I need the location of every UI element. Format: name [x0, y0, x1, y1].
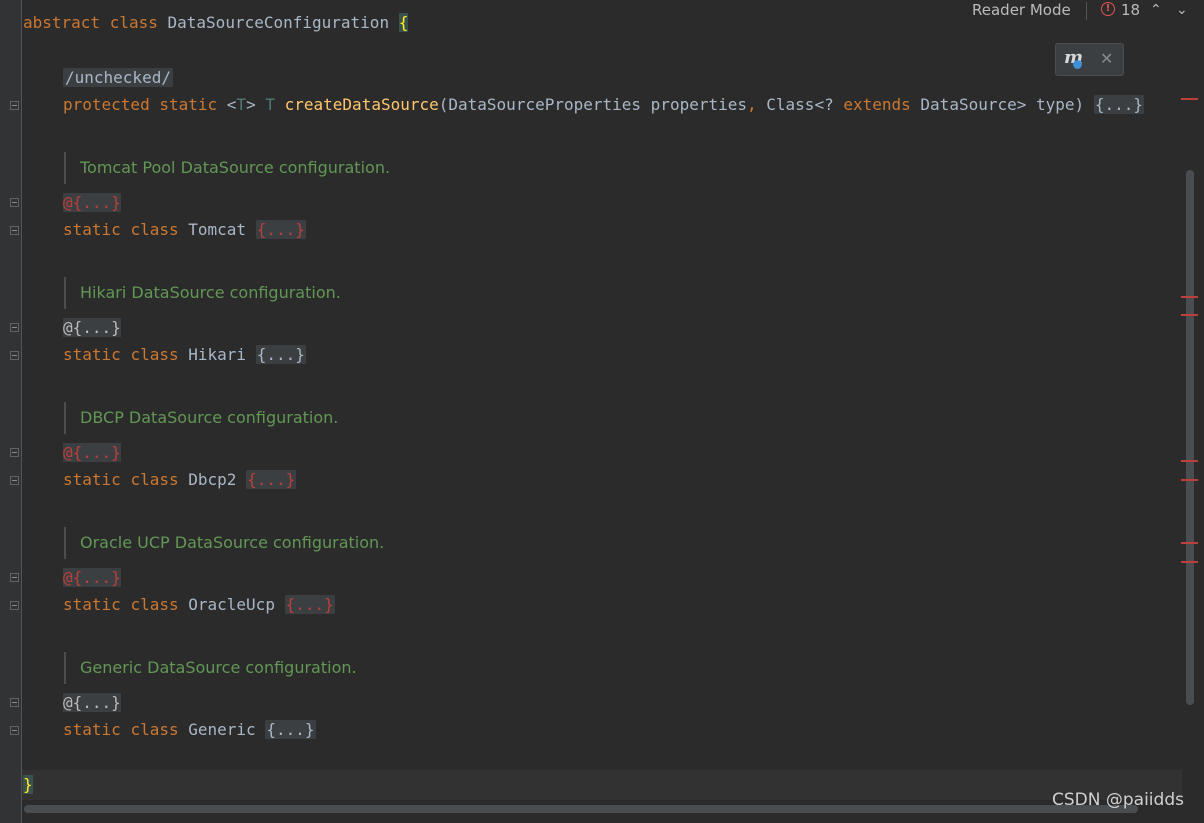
- create-datasource-line[interactable]: protected static <T> T createDataSource(…: [63, 93, 1144, 117]
- doc-comment: Generic DataSource configuration.: [64, 652, 357, 684]
- reader-mode-button[interactable]: Reader Mode: [972, 0, 1071, 20]
- type-param: T: [236, 95, 247, 114]
- class-declaration-line[interactable]: abstract class DataSourceConfiguration {: [23, 11, 409, 35]
- reload-icon[interactable]: [1073, 60, 1082, 69]
- class-line-dbcp2[interactable]: static class Dbcp2 {...}: [63, 468, 297, 492]
- keyword: static: [159, 95, 218, 114]
- class-name: OracleUcp: [188, 595, 275, 614]
- error-stripe-marker[interactable]: [1181, 98, 1198, 100]
- folded-annotation[interactable]: @{...}: [63, 693, 121, 712]
- error-stripe-marker[interactable]: [1181, 314, 1198, 316]
- next-error-icon[interactable]: ⌄: [1176, 0, 1188, 20]
- watermark: CSDN @paiidds: [1052, 790, 1184, 810]
- error-stripe-marker[interactable]: [1181, 542, 1198, 544]
- folded-annotation[interactable]: @{...}: [63, 193, 121, 212]
- vertical-scrollbar[interactable]: [1186, 170, 1194, 705]
- annotation-line[interactable]: @{...}: [63, 441, 121, 465]
- error-stripe-marker[interactable]: [1181, 479, 1198, 481]
- folded-body[interactable]: {...}: [284, 595, 335, 614]
- keyword: class: [130, 595, 179, 614]
- keyword: static: [63, 470, 121, 489]
- doc-comment: Hikari DataSource configuration.: [64, 277, 341, 309]
- folded-body[interactable]: {...}: [265, 720, 316, 739]
- keyword: class: [130, 220, 179, 239]
- folded-annotation[interactable]: @{...}: [63, 568, 121, 587]
- previous-error-icon[interactable]: ⌃: [1150, 0, 1162, 20]
- error-stripe-marker[interactable]: [1181, 460, 1198, 462]
- keyword: static: [63, 720, 121, 739]
- fold-toggle-icon[interactable]: [10, 351, 19, 360]
- error-icon[interactable]: !: [1101, 2, 1115, 16]
- keyword: protected: [63, 95, 150, 114]
- params: (DataSourceProperties properties: [438, 95, 747, 114]
- keyword: class: [130, 345, 179, 364]
- keyword: class: [130, 470, 179, 489]
- return-type: T: [265, 95, 275, 114]
- angle-bracket: <: [226, 95, 237, 114]
- horizontal-scrollbar[interactable]: [24, 805, 1138, 813]
- params: Class<?: [756, 95, 844, 114]
- angle-bracket: >: [246, 95, 256, 114]
- fold-toggle-icon[interactable]: [10, 226, 19, 235]
- maven-reload-popup: m ✕: [1055, 43, 1124, 76]
- keyword: static: [63, 595, 121, 614]
- class-line-hikari[interactable]: static class Hikari {...}: [63, 343, 306, 367]
- doc-comment: Oracle UCP DataSource configuration.: [64, 527, 384, 559]
- folded-body[interactable]: {...}: [255, 345, 306, 364]
- closing-brace-line[interactable]: }: [23, 773, 33, 797]
- annotation-line[interactable]: @{...}: [63, 191, 121, 215]
- folded-annotation[interactable]: @{...}: [63, 318, 121, 337]
- unchecked-comment: /unchecked/: [63, 68, 173, 87]
- folded-annotation[interactable]: @{...}: [63, 443, 121, 462]
- keyword: extends: [843, 95, 911, 114]
- error-stripe-marker[interactable]: [1181, 561, 1198, 563]
- open-brace: {: [398, 13, 409, 32]
- current-line-highlight: [22, 770, 1182, 800]
- annotation-line[interactable]: @{...}: [63, 691, 121, 715]
- keyword: static: [63, 345, 121, 364]
- class-line-generic[interactable]: static class Generic {...}: [63, 718, 316, 742]
- keyword: class: [130, 720, 179, 739]
- keyword: static: [63, 220, 121, 239]
- gutter-divider: [21, 0, 22, 823]
- close-brace: }: [23, 775, 33, 794]
- doc-comment: DBCP DataSource configuration.: [64, 402, 338, 434]
- keyword: abstract: [23, 13, 101, 32]
- fold-toggle-icon[interactable]: [10, 476, 19, 485]
- keyword: class: [109, 13, 158, 32]
- class-name: Hikari: [188, 345, 247, 364]
- class-name: Generic: [188, 720, 256, 739]
- folded-body[interactable]: {...}: [255, 220, 306, 239]
- fold-toggle-icon[interactable]: [10, 726, 19, 735]
- class-name: Tomcat: [188, 220, 247, 239]
- doc-comment: Tomcat Pool DataSource configuration.: [64, 152, 390, 184]
- class-line-oracleucp[interactable]: static class OracleUcp {...}: [63, 593, 335, 617]
- fold-toggle-icon[interactable]: [10, 698, 19, 707]
- fold-toggle-icon[interactable]: [10, 601, 19, 610]
- fold-toggle-icon[interactable]: [10, 198, 19, 207]
- params: DataSource> type): [910, 95, 1094, 114]
- method-name: createDataSource: [284, 95, 439, 114]
- error-stripe-marker[interactable]: [1181, 296, 1198, 298]
- class-line-tomcat[interactable]: static class Tomcat {...}: [63, 218, 306, 242]
- class-name: Dbcp2: [188, 470, 237, 489]
- annotation-line[interactable]: @{...}: [63, 316, 121, 340]
- close-icon[interactable]: ✕: [1100, 49, 1113, 68]
- class-name: DataSourceConfiguration: [167, 13, 390, 32]
- folded-body[interactable]: {...}: [246, 470, 297, 489]
- fold-toggle-icon[interactable]: [10, 101, 19, 110]
- annotation-line[interactable]: @{...}: [63, 566, 121, 590]
- error-count[interactable]: 18: [1121, 0, 1140, 20]
- suppress-warnings-line[interactable]: /unchecked/: [63, 66, 173, 90]
- toolbar-divider: [1086, 2, 1087, 20]
- fold-toggle-icon[interactable]: [10, 323, 19, 332]
- fold-toggle-icon[interactable]: [10, 448, 19, 457]
- folded-body[interactable]: {...}: [1093, 95, 1144, 114]
- fold-toggle-icon[interactable]: [10, 573, 19, 582]
- comma: ,: [747, 95, 757, 114]
